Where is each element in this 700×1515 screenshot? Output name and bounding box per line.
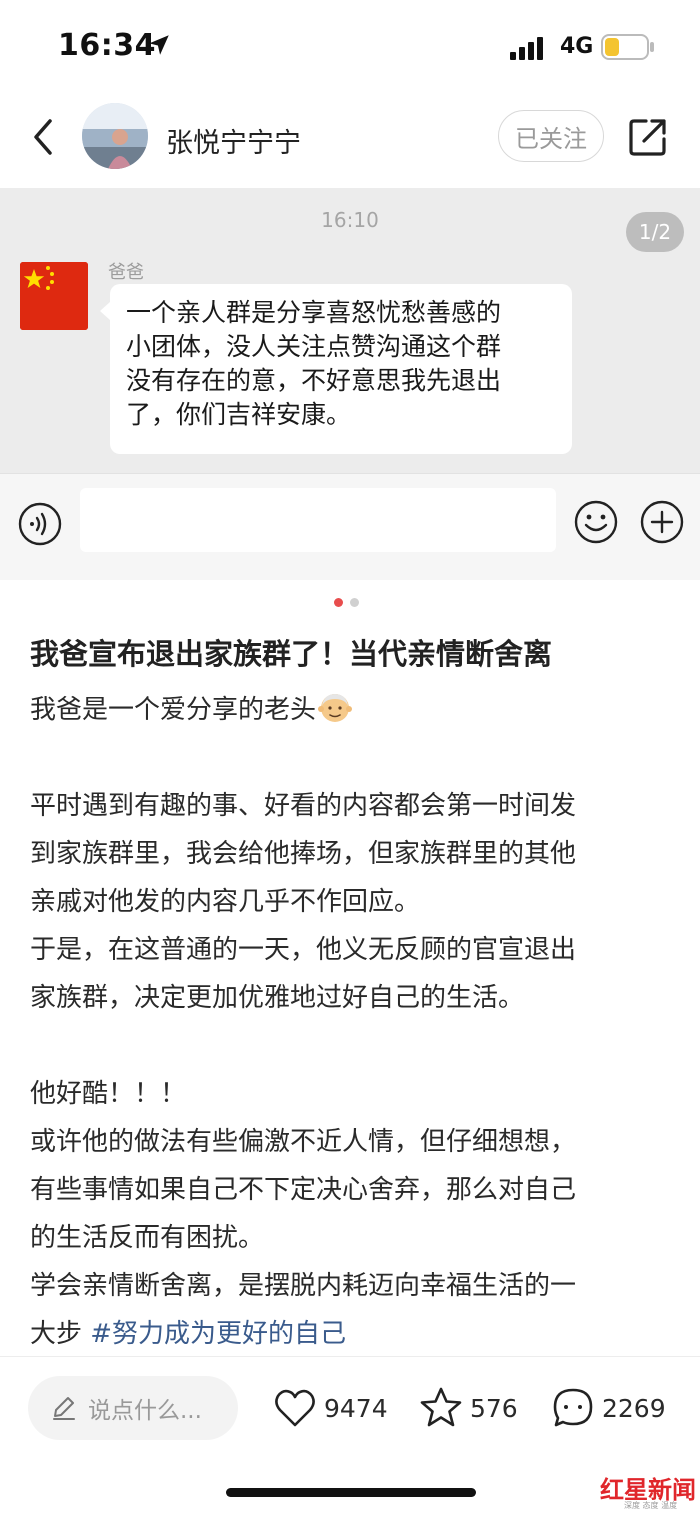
pencil-icon — [53, 1397, 75, 1420]
post-line-text: 我爸是一个爱分享的老头 — [30, 695, 317, 725]
old-man-emoji-icon — [318, 694, 353, 722]
hashtag-link[interactable]: #努力成为更好的自己 — [90, 1319, 346, 1349]
back-icon[interactable] — [28, 117, 58, 157]
follow-button[interactable]: 已关注 — [498, 110, 604, 162]
message-line: 小团体，没人关注点赞沟通这个群 — [126, 332, 502, 361]
carousel-dots — [334, 598, 374, 608]
home-indicator[interactable] — [226, 1488, 476, 1497]
post-line: 到家族群里，我会给他捧场，但家族群里的其他 — [30, 839, 577, 869]
post-line-text: 大步 — [30, 1319, 91, 1349]
avatar[interactable] — [82, 103, 148, 169]
message-bubble: 一个亲人群是分享喜怒忧愁善感的 小团体，没人关注点赞沟通这个群 没有存在的意，不… — [100, 284, 572, 454]
post-line: 有些事情如果自己不下定决心舍弃，那么对自己 — [30, 1175, 577, 1205]
comment-input[interactable]: 说点什么... — [28, 1376, 238, 1440]
image-page-indicator: 1/2 — [626, 212, 684, 252]
heart-icon — [275, 1389, 315, 1427]
watermark-logo: 红星新闻 深度 态度 温度 — [600, 1470, 696, 1510]
location-arrow-icon — [149, 35, 169, 55]
post-line: 的生活反而有困扰。 — [30, 1223, 265, 1253]
message-line: 了，你们吉祥安康。 — [126, 400, 352, 429]
status-time: 16:34 — [58, 28, 156, 63]
signal-icon — [510, 37, 543, 60]
favorite-button[interactable]: 576 — [418, 1382, 518, 1434]
post-line: 他好酷！！！ — [30, 1079, 187, 1109]
post-line: 平时遇到有趣的事、好看的内容都会第一时间发 — [30, 791, 577, 821]
comment-bubble-icon — [553, 1388, 593, 1427]
sender-name: 爸爸 — [108, 262, 144, 283]
post-body: 我爸是一个爱分享的老头 平时遇到有趣的事、好看的内容都会第一时间发 到家族群里，… — [30, 686, 680, 1358]
share-icon[interactable] — [628, 117, 668, 157]
comment-placeholder: 说点什么... — [88, 1398, 202, 1424]
comment-count: 2269 — [602, 1393, 666, 1423]
post-line: 我爸是一个爱分享的老头 — [30, 686, 680, 734]
post-line: 于是，在这普通的一天，他义无反顾的官宣退出 — [30, 935, 577, 965]
plus-icon — [640, 500, 684, 544]
post-line: 学会亲情断舍离，是摆脱内耗迈向幸福生活的一 — [30, 1271, 577, 1301]
message-line: 没有存在的意，不好意思我先退出 — [126, 366, 502, 395]
voice-icon — [18, 502, 62, 546]
battery-icon — [601, 34, 654, 60]
status-bar: 16:34 4G — [0, 0, 700, 95]
carousel-dot-active — [334, 598, 343, 607]
message-text: 一个亲人群是分享喜怒忧愁善感的 小团体，没人关注点赞沟通这个群 没有存在的意，不… — [126, 296, 556, 432]
chat-input-field — [80, 488, 556, 552]
chat-timestamp: 16:10 — [321, 208, 379, 232]
chat-input-bar — [0, 473, 700, 580]
emoji-icon — [574, 500, 618, 544]
post-image[interactable]: 16:10 1/2 爸爸 一个亲人群是分享喜怒忧愁善感的 小团体，没人关注点赞沟… — [0, 188, 700, 580]
post-line: 大步 #努力成为更好的自己 — [30, 1310, 680, 1358]
post-line: 亲戚对他发的内容几乎不作回应。 — [30, 887, 421, 917]
message-line: 一个亲人群是分享喜怒忧愁善感的 — [126, 298, 502, 327]
network-type: 4G — [560, 34, 594, 59]
username[interactable]: 张悦宁宁宁 — [166, 121, 301, 160]
comment-button[interactable]: 2269 — [550, 1382, 666, 1434]
favorite-count: 576 — [470, 1393, 518, 1423]
bottom-divider — [0, 1356, 700, 1357]
post-title: 我爸宣布退出家族群了！当代亲情断舍离 — [30, 637, 553, 671]
like-button[interactable]: 9474 — [272, 1382, 388, 1434]
watermark-subtext: 深度 态度 温度 — [624, 1501, 678, 1510]
profile-header: 张悦宁宁宁 已关注 — [0, 95, 700, 185]
post-line: 家族群，决定更加优雅地过好自己的生活。 — [30, 983, 525, 1013]
carousel-dot — [350, 598, 359, 607]
china-flag-avatar — [20, 262, 88, 330]
star-icon — [420, 1387, 462, 1427]
post-line: 或许他的做法有些偏激不近人情，但仔细想想， — [30, 1127, 577, 1157]
like-count: 9474 — [324, 1393, 388, 1423]
